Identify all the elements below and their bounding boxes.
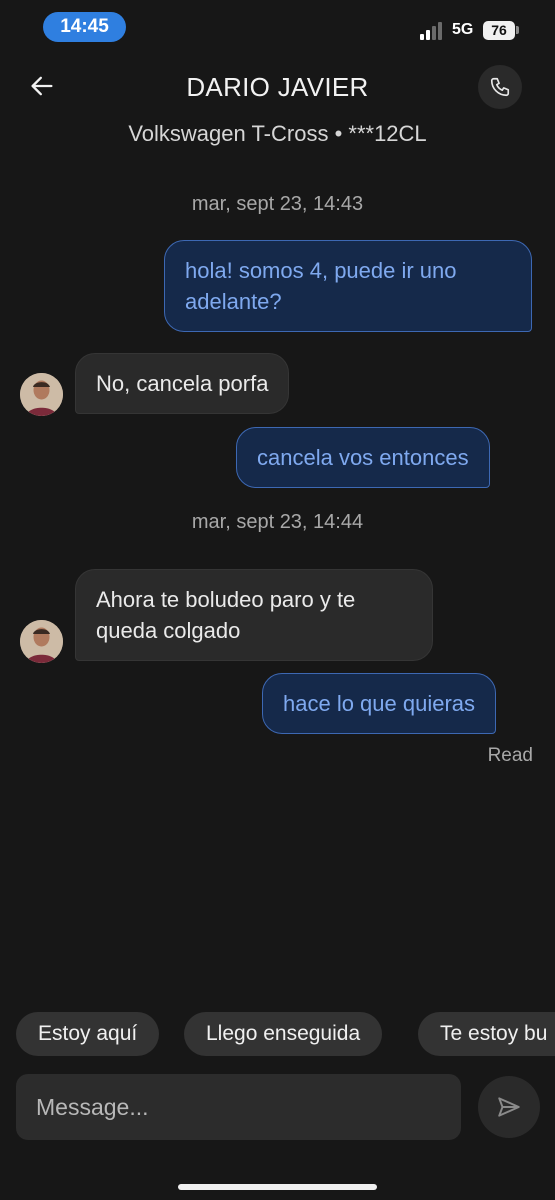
call-button[interactable] bbox=[478, 65, 522, 109]
message-input[interactable] bbox=[36, 1093, 441, 1121]
signal-icon bbox=[420, 22, 446, 40]
quick-reply-chip[interactable]: Llego enseguida bbox=[184, 1012, 383, 1056]
network-type: 5G bbox=[452, 21, 474, 38]
avatar-photo bbox=[20, 620, 63, 663]
avatar bbox=[20, 620, 63, 663]
read-receipt: Read bbox=[487, 745, 533, 766]
vehicle-info: Volkswagen T-Cross • ***12CL bbox=[128, 121, 427, 146]
send-button[interactable] bbox=[478, 1076, 540, 1138]
message-incoming[interactable]: Ahora te boludeo paro y te queda colgado bbox=[75, 569, 433, 661]
home-indicator[interactable] bbox=[178, 1184, 377, 1190]
quick-reply-chip[interactable]: Estoy aquí bbox=[16, 1012, 160, 1056]
battery-level: 76 bbox=[491, 22, 507, 38]
timestamp: mar, sept 23, 14:44 bbox=[191, 511, 364, 533]
contact-name: DARIO JAVIER bbox=[186, 72, 369, 102]
message-incoming[interactable]: No, cancela porfa bbox=[75, 353, 290, 414]
battery-icon: 76 bbox=[483, 21, 515, 40]
quick-reply-chip[interactable]: Te estoy bu bbox=[418, 1012, 555, 1056]
send-icon bbox=[498, 1097, 520, 1117]
battery-tip bbox=[516, 26, 519, 34]
message-outgoing[interactable]: hola! somos 4, puede ir uno adelante? bbox=[164, 240, 532, 332]
timestamp: mar, sept 23, 14:43 bbox=[191, 193, 364, 215]
message-outgoing[interactable]: cancela vos entonces bbox=[236, 427, 490, 488]
message-outgoing[interactable]: hace lo que quieras bbox=[262, 673, 497, 734]
phone-icon bbox=[490, 77, 510, 97]
avatar bbox=[20, 373, 63, 416]
avatar-photo bbox=[20, 373, 63, 416]
message-composer bbox=[16, 1074, 461, 1140]
status-time: 14:45 bbox=[43, 12, 126, 42]
chat-screen: 14:45 5G 76 DARIO JAVIER Volkswagen T-Cr… bbox=[0, 0, 555, 1200]
